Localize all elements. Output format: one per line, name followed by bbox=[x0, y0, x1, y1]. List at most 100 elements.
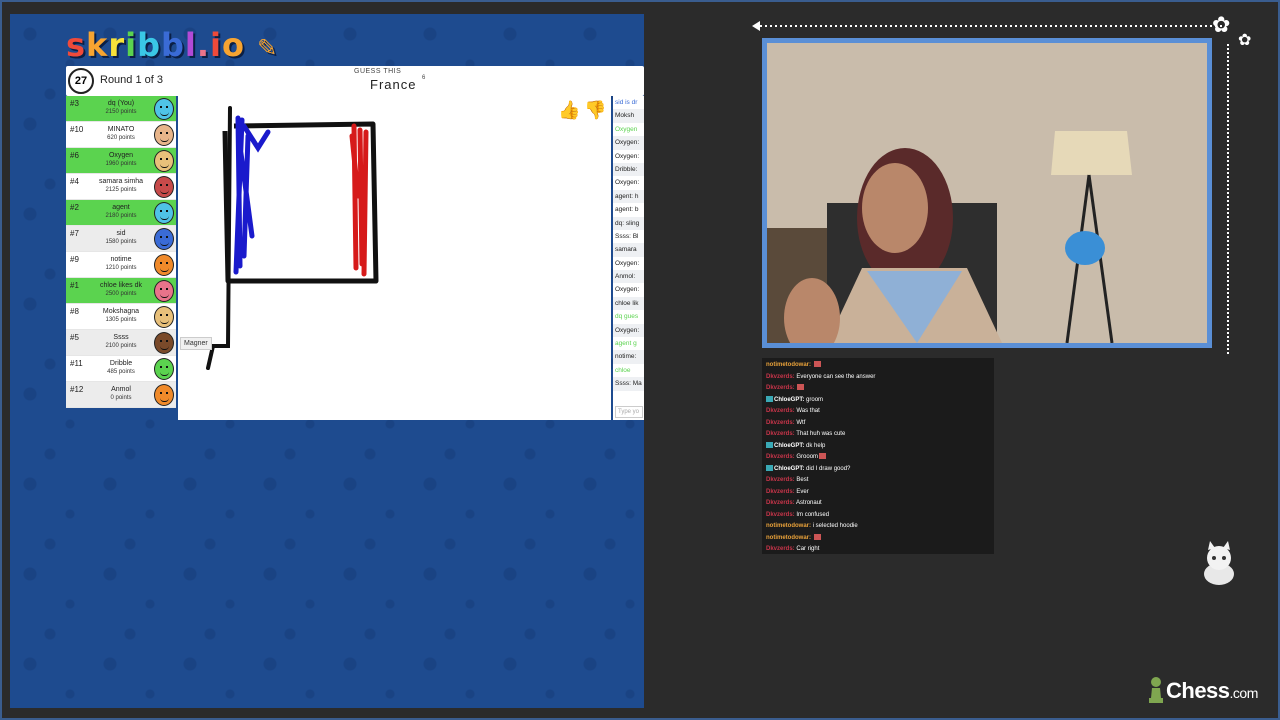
decorative-dotted-line bbox=[1227, 44, 1229, 354]
cat-icon bbox=[1204, 541, 1234, 585]
chat-username: ChloeGPT: bbox=[774, 442, 805, 449]
chat-username: ChloeGPT: bbox=[774, 396, 805, 403]
chat-text: Im confused bbox=[796, 511, 830, 518]
chat-text: Everyone can see the answer bbox=[796, 373, 876, 380]
game-chat-message: agent: h bbox=[613, 189, 644, 204]
player-points: 1305 points bbox=[105, 317, 137, 323]
thumbs-down-icon[interactable]: 👎 bbox=[584, 100, 606, 121]
game-chat-message: Oxygen: bbox=[615, 152, 640, 160]
chat-text: groom bbox=[806, 396, 824, 403]
chess-com-logo: Chess.com bbox=[1166, 678, 1258, 703]
chat-username: notimetodowar: bbox=[766, 523, 811, 529]
thumbs-up-icon[interactable]: 👍 bbox=[558, 100, 580, 121]
player-points: 1960 points bbox=[105, 161, 137, 167]
emote-icon bbox=[819, 453, 827, 459]
player-row[interactable]: #6 Oxygen 1960 points bbox=[66, 148, 176, 174]
player-name: samara simha bbox=[99, 178, 143, 185]
player-rank: #3 bbox=[70, 99, 79, 108]
sub-badge-icon bbox=[766, 395, 773, 402]
player-rank: #12 bbox=[70, 385, 84, 394]
player-avatar bbox=[154, 98, 174, 120]
stream-chat-message: Dkvzerds: bbox=[766, 383, 990, 395]
chat-username: Dkvzerds: bbox=[766, 419, 795, 426]
guess-word: France bbox=[370, 77, 417, 92]
guess-label: GUESS THIS bbox=[354, 68, 402, 75]
player-name: Mokshagna bbox=[102, 308, 140, 315]
player-points: 2125 points bbox=[105, 187, 137, 193]
round-indicator: Round 1 of 3 bbox=[100, 74, 163, 86]
chat-username: Dkvzerds: bbox=[766, 373, 795, 380]
stream-chat-message: Dkvzerds: Everyone can see the answer bbox=[766, 372, 990, 384]
game-chat-message: notime: bbox=[613, 350, 644, 364]
player-avatar bbox=[154, 228, 174, 250]
player-avatar bbox=[154, 254, 174, 276]
game-chat-message: Oxygen: bbox=[615, 286, 640, 294]
player-row[interactable]: #7 sid 1580 points bbox=[66, 226, 176, 252]
chat-text: Was that bbox=[796, 408, 820, 414]
player-name: notime bbox=[110, 256, 132, 263]
sub-badge-icon bbox=[766, 441, 773, 448]
player-row[interactable]: #8 Mokshagna 1305 points bbox=[66, 304, 176, 330]
player-avatar bbox=[154, 150, 174, 172]
game-chat-message: Anmol: bbox=[613, 270, 644, 284]
chat-username: Dkvzerds: bbox=[766, 546, 795, 552]
game-chat-message: agent: b bbox=[615, 206, 639, 214]
chat-username: notimetodowar: bbox=[766, 534, 811, 541]
player-rank: #5 bbox=[70, 333, 79, 342]
player-row[interactable]: #5 Ssss 2100 points bbox=[66, 330, 176, 356]
player-points: 1580 points bbox=[105, 239, 137, 245]
player-name: Dribble bbox=[109, 360, 133, 367]
player-rank: #7 bbox=[70, 229, 79, 238]
stream-chat-message: Dkvzerds: Was that bbox=[766, 406, 990, 418]
game-chat-message: Ssss: Bl bbox=[615, 232, 639, 240]
player-avatar bbox=[154, 358, 174, 380]
stream-chat-message: Dkvzerds: Best bbox=[766, 475, 990, 487]
player-name: Anmol bbox=[111, 386, 131, 393]
player-points: 1210 points bbox=[105, 265, 137, 271]
chat-text: Astronaut bbox=[796, 500, 822, 506]
chat-text: Best bbox=[796, 477, 809, 483]
game-chat-message: Oxygen: bbox=[613, 136, 644, 150]
player-row[interactable]: #3 dq (You) 2150 points bbox=[66, 96, 176, 122]
webcam-video bbox=[767, 43, 1207, 343]
player-row[interactable]: #9 notime 1210 points bbox=[66, 252, 176, 278]
player-row[interactable]: #2 agent 2180 points bbox=[66, 200, 176, 226]
chat-username: Dkvzerds: bbox=[766, 511, 795, 518]
chat-text: i selected hoodie bbox=[812, 523, 858, 529]
drawer-name-tag: Magner bbox=[180, 337, 212, 350]
game-chat-message: Oxygen: bbox=[615, 259, 640, 267]
player-avatar bbox=[154, 384, 174, 406]
skribbl-game: skribbl.io ✎ 27 Round 1 of 3 GUESS THIS … bbox=[10, 14, 644, 708]
stream-chat-message: ChloeGPT: did I draw good? bbox=[766, 464, 990, 476]
chat-username: notimetodowar: bbox=[766, 362, 811, 368]
chat-username: ChloeGPT: bbox=[774, 465, 805, 472]
game-chat-message: Ssss: Ma bbox=[613, 377, 644, 391]
player-row[interactable]: #11 Dribble 485 points bbox=[66, 356, 176, 382]
chat-username: Dkvzerds: bbox=[766, 431, 795, 437]
game-chat-message: dq: sling bbox=[613, 216, 644, 230]
game-chat-message: chloe bbox=[615, 366, 631, 374]
stream-chat-message: Dkvzerds: Wtf bbox=[766, 418, 990, 430]
chat-username: Dkvzerds: bbox=[766, 454, 795, 460]
player-row[interactable]: #10 MINATO 620 points bbox=[66, 122, 176, 148]
game-chat-message: chloe lik bbox=[613, 296, 644, 311]
emote-icon bbox=[797, 384, 805, 390]
player-avatar bbox=[154, 124, 174, 146]
skribbl-logo: skribbl.io ✎ bbox=[66, 26, 279, 64]
stream-chat-message: notimetodowar: bbox=[766, 360, 990, 372]
player-row[interactable]: #4 samara simha 2125 points bbox=[66, 174, 176, 200]
drawing-canvas[interactable]: 👍 👎 bbox=[178, 96, 611, 420]
game-chat-message: Oxygen: bbox=[615, 179, 640, 187]
player-points: 2150 points bbox=[105, 109, 137, 115]
player-rank: #4 bbox=[70, 177, 79, 186]
emote-icon bbox=[813, 361, 821, 367]
player-rank: #8 bbox=[70, 307, 79, 316]
player-name: dq (You) bbox=[107, 100, 135, 107]
game-topbar: 27 Round 1 of 3 GUESS THIS France 6 bbox=[66, 66, 644, 96]
chat-text: Ever bbox=[796, 488, 809, 495]
player-name: sid bbox=[116, 230, 126, 237]
player-list: #3 dq (You) 2150 points #10 MINATO 620 points… bbox=[66, 96, 176, 408]
player-row[interactable]: #1 chloe likes dk 2500 points bbox=[66, 278, 176, 304]
player-row[interactable]: #12 Anmol 0 points bbox=[66, 382, 176, 408]
game-chat-input[interactable]: Type yo bbox=[615, 406, 643, 418]
